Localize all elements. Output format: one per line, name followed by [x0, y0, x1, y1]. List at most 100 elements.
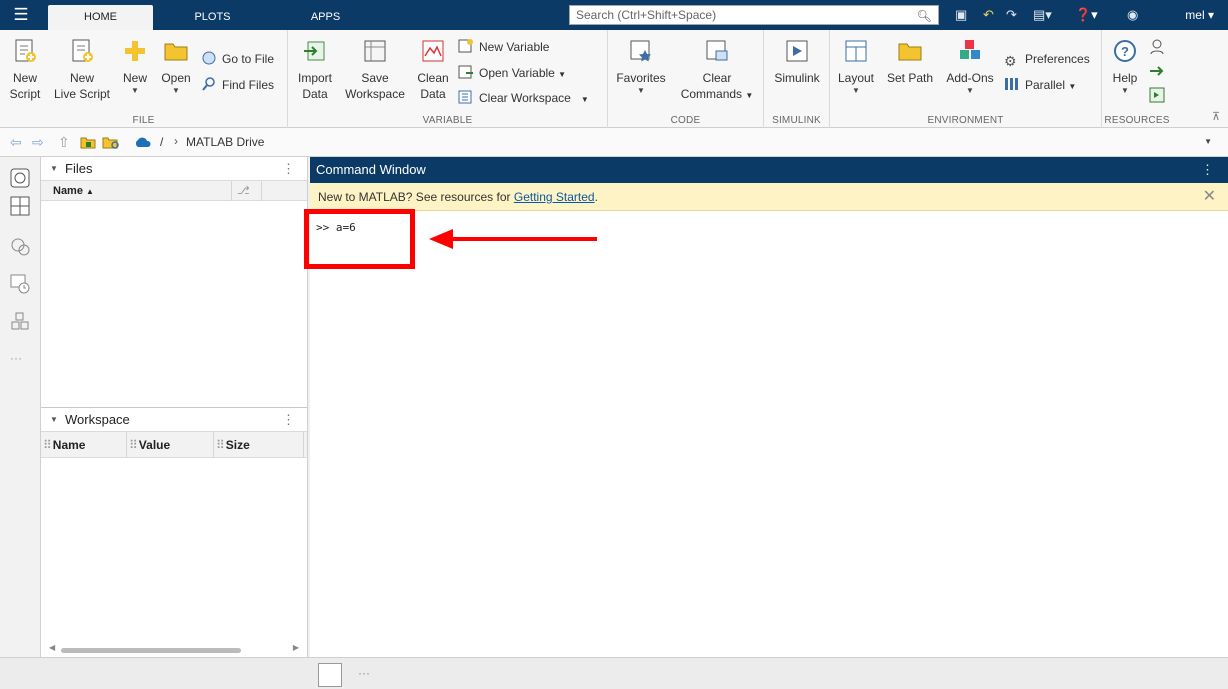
clean-data-icon — [422, 40, 444, 62]
add-ons-button[interactable]: Add-Ons ▼ — [942, 38, 998, 96]
redo-icon[interactable]: ↷ — [1006, 7, 1017, 23]
scroll-right-icon[interactable]: ▶ — [293, 643, 299, 652]
annotation-highlight-box — [304, 209, 415, 269]
preferences-button[interactable]: ⚙ Preferences — [1004, 49, 1090, 69]
tab-apps[interactable]: APPS — [278, 5, 373, 30]
new-button[interactable]: New ▼ — [118, 38, 152, 96]
address-bar: ⇦ ⇨ ⇧ / › MATLAB Drive ▼ — [0, 128, 1228, 157]
help-button[interactable]: ? Help ▼ — [1106, 38, 1144, 96]
workspace-icon[interactable] — [9, 195, 31, 217]
current-folder-path[interactable]: MATLAB Drive — [186, 135, 264, 149]
clear-commands-button[interactable]: Clear Commands ▼ — [676, 38, 758, 104]
undo-icon[interactable]: ↶ — [983, 7, 994, 23]
panel-menu-icon[interactable]: ⋮ — [1201, 157, 1214, 183]
clean-data-button[interactable]: Clean Data — [414, 38, 452, 102]
new-live-script-label-1: New — [69, 71, 94, 85]
parallel-button[interactable]: Parallel ▼ — [1004, 75, 1076, 95]
notification-icon[interactable]: ◉ — [1127, 7, 1138, 23]
ws-col-size[interactable]: ⠿Size — [214, 432, 304, 458]
up-folder-icon[interactable]: ⇧ — [58, 134, 70, 151]
chevron-down-icon: ▼ — [558, 70, 567, 79]
panel-menu-icon[interactable]: ⋮ — [282, 157, 295, 181]
parallel-label: Parallel — [1025, 78, 1066, 92]
getting-started-link[interactable]: Getting Started — [514, 190, 595, 204]
user-menu[interactable]: mel ▾ — [1185, 8, 1214, 22]
current-folder-icon[interactable] — [9, 167, 31, 189]
menu-icon[interactable]: ☰ — [8, 5, 34, 25]
collapse-icon[interactable]: ▼ — [50, 408, 58, 432]
layout-button[interactable]: Layout ▼ — [834, 38, 878, 96]
document-icon[interactable] — [318, 663, 342, 687]
switch-windows-icon[interactable]: ▤▾ — [1033, 7, 1052, 23]
help-icon[interactable]: ❓▾ — [1075, 7, 1098, 23]
new-script-icon — [15, 39, 36, 62]
learn-matlab-icon[interactable] — [1148, 86, 1166, 104]
collapse-toolstrip-icon[interactable]: ⊼ — [1212, 110, 1220, 123]
cloud-icon — [135, 137, 151, 147]
search-input[interactable]: Search (Ctrl+Shift+Space) 🔍︎ — [569, 5, 939, 25]
ws-col-value[interactable]: ⠿Value — [127, 432, 214, 458]
clean-data-label-2: Data — [420, 87, 446, 101]
history-clock-icon[interactable] — [9, 273, 31, 295]
find-files-button[interactable]: Find Files — [201, 75, 274, 95]
open-button[interactable]: Open ▼ — [157, 38, 195, 96]
add-ons-panel-icon[interactable] — [9, 311, 31, 333]
scrollbar-thumb[interactable] — [61, 648, 241, 653]
horizontal-scrollbar[interactable]: ◀ ▶ — [49, 643, 299, 654]
close-icon[interactable]: ✕ — [1203, 183, 1216, 211]
import-data-button[interactable]: Import Data — [294, 38, 336, 102]
collapse-icon[interactable]: ▼ — [50, 157, 58, 181]
new-variable-label: New Variable — [479, 40, 550, 54]
import-data-icon — [304, 41, 325, 61]
getting-started-banner: New to MATLAB? See resources for Getting… — [310, 183, 1228, 211]
status-bar: ··· — [0, 657, 1228, 689]
more-icon[interactable]: ··· — [10, 351, 22, 365]
open-variable-button[interactable]: Open Variable ▼ — [458, 63, 566, 83]
gear-icon: ⚙ — [1004, 53, 1017, 69]
new-script-label-1: New — [12, 71, 37, 85]
set-path-button[interactable]: Set Path — [884, 38, 936, 86]
new-variable-button[interactable]: New Variable — [458, 37, 549, 57]
browse-folder-icon[interactable] — [102, 134, 120, 150]
simulink-button[interactable]: Simulink — [768, 38, 826, 86]
tab-plots[interactable]: PLOTS — [165, 5, 260, 30]
clear-workspace-button[interactable]: Clear Workspace ▼ — [458, 88, 589, 108]
save-icon[interactable]: ▣ — [955, 7, 967, 23]
command-window[interactable]: Command Window ⋮ New to MATLAB? See reso… — [304, 157, 1228, 657]
search-icon[interactable]: 🔍︎ — [917, 7, 932, 25]
new-script-button[interactable]: New Script — [5, 38, 45, 102]
folder-open-icon — [164, 43, 188, 61]
chevron-down-icon[interactable]: ▼ — [1204, 137, 1212, 146]
files-col-name[interactable]: Name ▲ — [53, 181, 94, 202]
save-workspace-label-2: Workspace — [345, 87, 405, 101]
code-group-label: CODE — [670, 115, 701, 126]
new-live-script-icon — [72, 39, 93, 62]
favorites-button[interactable]: Favorites ▼ — [614, 38, 668, 96]
save-workspace-label-1: Save — [361, 71, 389, 85]
community-icon[interactable] — [1148, 38, 1166, 56]
tab-home[interactable]: HOME — [48, 5, 153, 30]
more-icon[interactable]: ··· — [358, 666, 370, 680]
go-to-file-button[interactable]: Go to File — [201, 49, 274, 69]
panel-menu-icon[interactable]: ⋮ — [282, 408, 295, 432]
scroll-left-icon[interactable]: ◀ — [49, 643, 55, 652]
request-support-icon[interactable] — [1148, 62, 1166, 80]
parallel-icon — [1005, 78, 1018, 90]
git-status-icon[interactable]: ⎇ — [237, 181, 250, 201]
save-workspace-button[interactable]: Save Workspace — [342, 38, 408, 102]
command-window-header: Command Window ⋮ — [310, 157, 1228, 183]
layout-icon — [845, 40, 867, 62]
chevron-down-icon: ▼ — [131, 86, 139, 95]
back-icon[interactable]: ⇦ — [10, 134, 22, 151]
banner-end: . — [594, 190, 598, 204]
forward-icon[interactable]: ⇨ — [32, 134, 44, 151]
ws-col-name[interactable]: ⠿Name — [41, 432, 127, 458]
files-col-name-label: Name — [53, 185, 83, 197]
ws-col-size-label: Size — [225, 438, 250, 452]
lock-folder-icon[interactable] — [80, 134, 96, 150]
plus-icon — [125, 41, 145, 61]
new-live-script-button[interactable]: New Live Script — [50, 38, 114, 102]
files-panel-header[interactable]: ▼ Files ⋮ — [41, 157, 307, 181]
workspace-panel-header[interactable]: ▼ Workspace ⋮ — [41, 408, 307, 432]
command-history-icon[interactable] — [9, 235, 31, 257]
